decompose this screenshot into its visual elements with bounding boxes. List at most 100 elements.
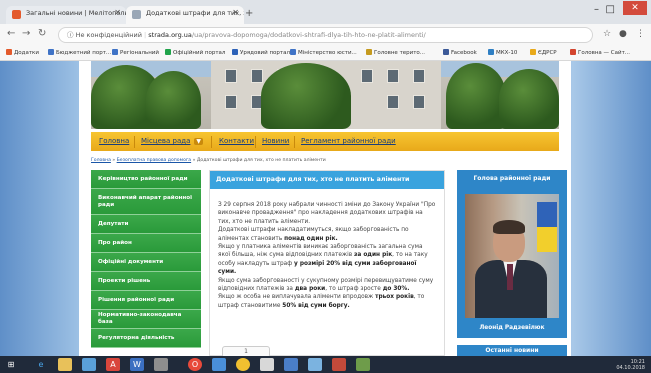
bookmark-item[interactable]: Регіональний (112, 49, 159, 56)
browser-tab-active[interactable]: Додаткові штрафи для тих, хто ... ✕ (126, 6, 244, 24)
menu-item-news[interactable]: Новини (262, 137, 289, 145)
sidebar-item[interactable]: Офіційні документи (91, 253, 201, 272)
text-run: З 29 серпня 2018 року набрали чинності з… (218, 202, 436, 225)
article-paragraph: Якщо у платника аліментів виникає заборг… (218, 243, 436, 277)
minimize-icon[interactable]: – (594, 4, 599, 15)
bookmark-item[interactable]: Міністерство юсти... (290, 49, 357, 56)
tree (499, 69, 559, 129)
window-close-icon[interactable]: ✕ (623, 1, 647, 15)
app-icon[interactable] (212, 358, 226, 371)
bookmark-favicon-icon (366, 49, 372, 55)
app-icon[interactable] (356, 358, 370, 371)
menu-item-home[interactable]: Головна (99, 137, 129, 145)
bookmark-item[interactable]: Бюджетний порт... (48, 49, 111, 56)
article: Додаткові штрафи для тих, хто не платить… (209, 170, 445, 356)
window (225, 69, 237, 83)
menu-item-regulations[interactable]: Регламент районної ради (301, 137, 396, 145)
opera-icon[interactable]: O (188, 358, 202, 371)
url-host: strada.org.ua (148, 31, 192, 39)
system-clock[interactable]: 10:21 04.10.2018 (616, 359, 645, 371)
address-bar[interactable]: ⓘ Не конфіденційний | strada.org.ua/ua/p… (58, 27, 593, 43)
tree (146, 71, 201, 129)
close-icon[interactable]: ✕ (232, 8, 239, 17)
account-icon[interactable]: ● (619, 29, 627, 39)
menu-separator (294, 136, 295, 148)
breadcrumb-link[interactable]: Безоплатна правова допомога (117, 158, 191, 163)
article-paragraph: Якщо сума заборгованості у сукупному роз… (218, 277, 436, 294)
bookmark-item[interactable]: МКХ-10 (488, 49, 517, 56)
sidebar-item[interactable]: Регуляторна діяльність (91, 329, 201, 348)
back-icon[interactable]: ← (7, 28, 15, 39)
breadcrumb: Головна » Безоплатна правова допомога » … (91, 158, 326, 163)
like-button[interactable]: 1 (222, 346, 270, 356)
reload-icon[interactable]: ↻ (38, 28, 46, 39)
app-icon[interactable] (260, 358, 274, 371)
chairman-name[interactable]: Леонід Радзевілюк (457, 325, 567, 331)
window (387, 95, 399, 109)
bookmark-item[interactable]: Офіційний портал (165, 49, 225, 56)
info-icon[interactable]: ⓘ (67, 31, 74, 39)
sidebar-item[interactable]: Нормативно-законодавча база (91, 310, 201, 329)
breadcrumb-link[interactable]: Головна (91, 158, 111, 163)
breadcrumb-current: Додаткові штрафи для тих, хто не платить… (196, 158, 326, 163)
bookmark-favicon-icon (112, 49, 118, 55)
chairman-photo[interactable] (465, 194, 559, 318)
sidebar-item[interactable]: Рішення районної ради (91, 291, 201, 310)
sidebar-item[interactable]: Керівництво районної ради (91, 170, 201, 189)
chrome-icon[interactable] (236, 358, 250, 371)
sidebar-item[interactable]: Про район (91, 234, 201, 253)
bookmark-favicon-icon (488, 49, 494, 55)
bold-text: за один рік (354, 252, 393, 259)
pdf-reader-icon[interactable]: A (106, 358, 120, 371)
sidebar-item[interactable]: Виконавчий апарат районної ради (91, 189, 201, 215)
close-icon[interactable]: ✕ (114, 8, 121, 17)
bookmark-item[interactable]: Урядовий портал (232, 49, 290, 56)
sidebar-item[interactable]: Депутати (91, 215, 201, 234)
bookmark-star-icon[interactable]: ☆ (603, 29, 611, 39)
browser-tab[interactable]: Загальні новини | Мелітопольський... ✕ (6, 6, 126, 24)
maximize-icon[interactable]: □ (606, 4, 615, 15)
bookmark-item[interactable]: Додатки (6, 49, 39, 56)
window (225, 95, 237, 109)
latest-news-header: Останні новини (457, 345, 567, 356)
article-paragraph: Додаткові штрафи накладатимуться, якщо з… (218, 226, 436, 243)
browser-tab-strip: Загальні новини | Мелітопольський... ✕ Д… (0, 0, 651, 24)
article-body: З 29 серпня 2018 року набрали чинності з… (210, 189, 444, 310)
window (413, 69, 425, 83)
page-viewport[interactable]: Головна Місцева рада ▼ Контакти Новини Ре… (0, 61, 651, 356)
article-paragraph: Якщо ж особа не виплачувала аліменти впр… (218, 293, 436, 310)
word-icon[interactable]: W (130, 358, 144, 371)
chevron-down-icon: ▼ (194, 138, 204, 145)
sidebar-item[interactable]: Проекти рішень (91, 272, 201, 291)
article-paragraph: З 29 серпня 2018 року набрали чинності з… (218, 201, 436, 226)
bold-text: до 30%. (382, 286, 410, 293)
tree (261, 63, 351, 129)
url-path: /ua/pravova-dopomoga/dodatkovi-shtrafi-d… (191, 31, 426, 39)
app-icon[interactable] (332, 358, 346, 371)
menu-separator (211, 136, 212, 148)
app-icon[interactable] (154, 358, 168, 371)
bookmark-favicon-icon (48, 49, 54, 55)
app-icon[interactable] (82, 358, 96, 371)
app-icon[interactable] (308, 358, 322, 371)
forward-icon[interactable]: → (22, 28, 30, 39)
internet-explorer-icon[interactable]: e (34, 358, 48, 371)
tab-title: Додаткові штрафи для тих, хто ... (146, 9, 244, 17)
tab-title: Загальні новини | Мелітопольський... (26, 9, 126, 17)
file-explorer-icon[interactable] (58, 358, 72, 371)
menu-item-local-council[interactable]: Місцева рада ▼ (141, 137, 204, 145)
bookmark-item[interactable]: Головна — Сайт... (570, 49, 630, 56)
bold-text: понад один рік. (284, 235, 338, 242)
site-container: Головна Місцева рада ▼ Контакти Новини Ре… (79, 61, 571, 356)
app-icon[interactable] (284, 358, 298, 371)
bookmark-item[interactable]: Facebook (443, 49, 477, 56)
clock-date: 04.10.2018 (616, 365, 645, 371)
bookmark-item[interactable]: Головне терито... (366, 49, 425, 56)
window (387, 69, 399, 83)
new-tab-icon[interactable]: + (245, 8, 253, 19)
windows-start-icon[interactable]: ⊞ (4, 358, 18, 371)
bookmark-item[interactable]: ЄДРСР (530, 49, 557, 56)
text-run: , то штраф зросте (325, 286, 383, 293)
menu-dots-icon[interactable]: ⋮ (636, 29, 645, 39)
menu-item-contacts[interactable]: Контакти (219, 137, 254, 145)
